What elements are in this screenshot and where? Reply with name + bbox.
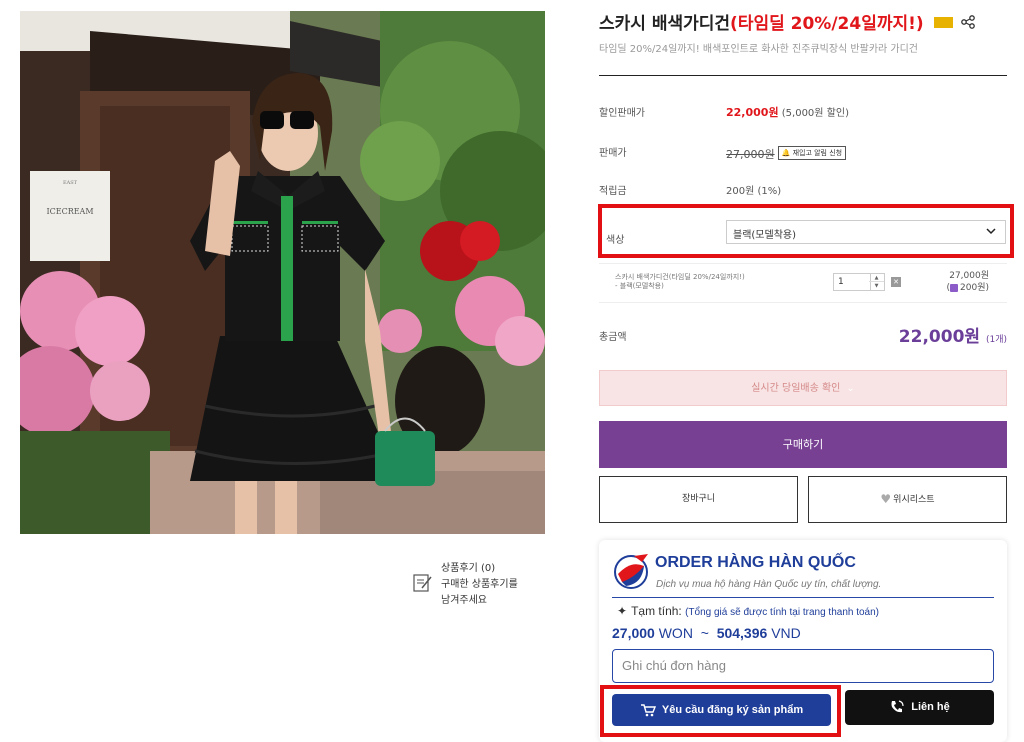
sale-discount-note: (5,000원 할인) xyxy=(781,108,849,119)
order-note-input[interactable]: Ghi chú đơn hàng xyxy=(612,649,994,683)
cart-button[interactable]: 장바구니 xyxy=(599,476,798,523)
wishlist-button[interactable]: ♥ 위시리스트 xyxy=(808,476,1007,523)
phone-icon xyxy=(891,700,904,713)
order-widget: ORDER HÀNG HÀN QUỐC Dịch vụ mua hộ hàng … xyxy=(599,540,1007,742)
register-product-button[interactable]: Yêu cầu đăng ký sản phẩm xyxy=(612,694,831,726)
estimate-label: Tạm tính: xyxy=(631,604,682,618)
quantity-stepper[interactable]: ▲ ▼ xyxy=(869,273,885,291)
sign-small-text: EAST xyxy=(63,180,78,186)
total-label: 총금액 xyxy=(599,332,627,343)
product-title-main: 스카시 배색가디건 xyxy=(599,14,731,34)
selected-option-name-line1: 스카시 배색가디건(타임딜 20%/24일까지!) xyxy=(615,273,745,281)
product-photo: ICECREAM EAST xyxy=(20,11,545,534)
same-day-delivery-label: 실시간 당일배송 확인 xyxy=(751,383,841,394)
review-count[interactable]: 상품후기 (0) xyxy=(441,561,518,577)
color-select[interactable]: 블랙(모델착용) xyxy=(726,220,1006,244)
option-price: 27,000원 xyxy=(949,271,989,281)
heart-icon: ♥ xyxy=(880,492,892,506)
contact-button[interactable]: Liên hệ xyxy=(845,690,994,725)
selected-option-name-line2: - 블랙(모델착용) xyxy=(615,282,664,290)
remove-option-icon[interactable]: ✕ xyxy=(891,277,901,287)
quantity-input[interactable]: 1 xyxy=(833,273,871,291)
share-icon[interactable] xyxy=(960,15,975,29)
won-unit: WON xyxy=(658,625,693,641)
quantity-up-icon[interactable]: ▲ xyxy=(869,274,884,282)
vnd-amount: 504,396 xyxy=(716,625,768,641)
won-amount: 27,000 xyxy=(612,625,655,641)
option-price-block: 27,000원 (200원) xyxy=(947,270,990,294)
original-price: 27,000원 xyxy=(726,148,775,161)
price-label: 판매가 xyxy=(599,148,627,159)
cart-icon xyxy=(640,704,656,717)
color-option-highlight: 색상 블랙(모델착용) xyxy=(598,204,1014,258)
same-day-delivery-button[interactable]: 실시간 당일배송 확인 ⌄ xyxy=(599,370,1007,406)
order-divider xyxy=(612,597,994,598)
chevron-down-icon xyxy=(986,228,996,235)
product-title: 스카시 배색가디건(타임딜 20%/24일까지!) xyxy=(599,9,975,34)
restock-alert-label: 재입고 알림 신청 xyxy=(792,149,843,157)
estimate-note: (Tổng giá sẽ được tính tại trang thanh t… xyxy=(685,607,880,618)
divider xyxy=(599,75,1007,76)
color-label: 색상 xyxy=(606,235,625,246)
points-icon xyxy=(950,283,959,292)
points-value: 200원 (1%) xyxy=(726,186,782,197)
product-title-highlight: (타임딜 20%/24일까지!) xyxy=(730,14,924,34)
sign-text: ICECREAM xyxy=(46,207,93,216)
total-count: (1개) xyxy=(985,335,1007,345)
chevron-down-icon: ⌄ xyxy=(846,383,855,394)
order-logo-icon xyxy=(614,554,648,589)
sale-price-value: 22,000원 xyxy=(726,106,779,119)
wishlist-label: 위시리스트 xyxy=(893,495,935,505)
total-value: 22,000원 xyxy=(898,327,981,347)
restock-alert-button[interactable]: 🔔 재입고 알림 신청 xyxy=(777,146,847,160)
product-subtitle: 타임딜 20%/24일까지! 배색포인트로 화사한 진주큐빅장식 반팔카라 가디… xyxy=(599,44,919,55)
selected-option-name: 스카시 배색가디건(타임딜 20%/24일까지!) - 블랙(모델착용) xyxy=(615,273,815,291)
option-points: 200원) xyxy=(960,283,989,293)
vnd-unit: VND xyxy=(771,625,801,641)
color-select-value: 블랙(모델착용) xyxy=(733,230,797,241)
order-title: ORDER HÀNG HÀN QUỐC xyxy=(655,554,856,571)
price-separator: ~ xyxy=(700,625,709,641)
buy-button[interactable]: 구매하기 xyxy=(599,421,1007,468)
sparkle-icon: ✦ xyxy=(617,604,628,618)
order-subtitle: Dịch vụ mua hộ hàng Hàn Quốc uy tín, chấ… xyxy=(656,579,882,590)
quantity-down-icon[interactable]: ▼ xyxy=(869,282,884,290)
review-section: 상품후기 (0) 구매한 상품후기를 남겨주세요 xyxy=(413,561,518,609)
contact-label: Liên hệ xyxy=(911,701,950,713)
timedeal-badge-icon xyxy=(933,16,953,28)
review-prompt-line2: 남겨주세요 xyxy=(441,595,487,606)
selected-option-row: 스카시 배색가디건(타임딜 20%/24일까지!) - 블랙(모델착용) 1 ▲… xyxy=(599,263,1007,303)
points-label: 적립금 xyxy=(599,186,627,197)
total-amount: 22,000원 (1개) xyxy=(899,322,1007,347)
register-product-label: Yêu cầu đăng ký sản phẩm xyxy=(661,704,804,716)
review-pencil-icon xyxy=(413,574,432,592)
estimate-row: ✦ Tạm tính: (Tổng giá sẽ được tính tại tr… xyxy=(617,604,879,618)
review-prompt-line1: 구매한 상품후기를 xyxy=(441,579,518,590)
converted-price: 27,000 WON ~ 504,396 VND xyxy=(612,625,801,641)
sale-price-label: 할인판매가 xyxy=(599,108,645,119)
